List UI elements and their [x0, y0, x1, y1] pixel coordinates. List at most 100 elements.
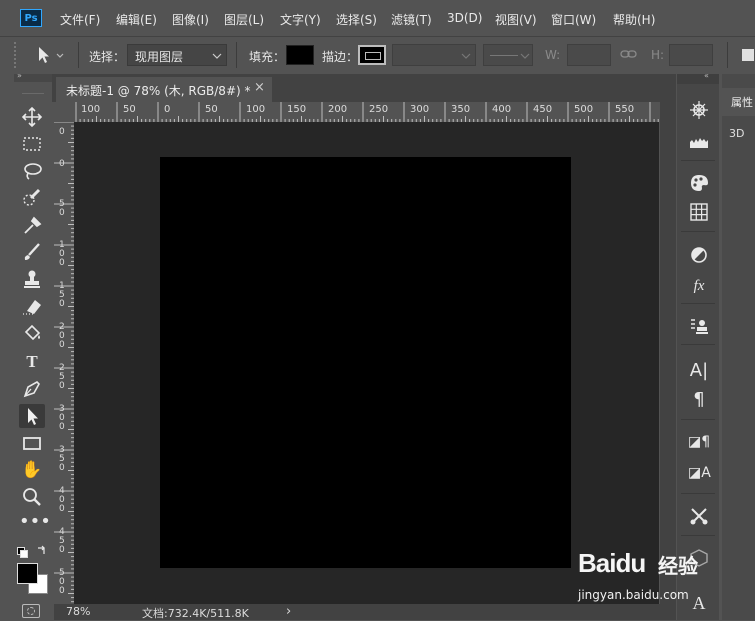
hand-icon: ✋	[21, 460, 43, 480]
paint-bucket-tool[interactable]	[19, 321, 45, 345]
stamp-tool[interactable]	[19, 267, 45, 291]
quick-mask-circle	[27, 607, 35, 615]
width-field[interactable]	[567, 44, 611, 66]
rectangle-tool[interactable]	[19, 431, 45, 455]
navigator-icon	[690, 101, 708, 119]
ruler-label: 500	[574, 104, 594, 115]
menu-file[interactable]: 文件(F)	[60, 11, 100, 28]
menu-edit[interactable]: 编辑(E)	[116, 11, 157, 28]
type-tool[interactable]: T	[19, 350, 45, 374]
histogram-panel-button[interactable]	[688, 130, 710, 152]
status-menu-arrow[interactable]: ›	[286, 604, 291, 619]
ruler-label: 300	[59, 404, 65, 432]
stroke-line-preview	[490, 55, 518, 56]
select-dropdown[interactable]: 现用图层	[127, 44, 227, 66]
tools-panel-header[interactable]: »	[14, 71, 52, 82]
quick-select-tool[interactable]	[19, 186, 45, 210]
chevron-down-icon	[461, 53, 471, 59]
tool-presets-panel-button[interactable]	[688, 505, 710, 527]
menu-view[interactable]: 视图(V)	[495, 11, 537, 28]
height-field[interactable]	[669, 44, 713, 66]
menu-window[interactable]: 窗口(W)	[551, 11, 596, 28]
chevron-down-icon	[212, 53, 222, 59]
pen-icon	[23, 381, 40, 398]
quick-mask-icon[interactable]	[22, 604, 40, 618]
stamp-icon	[24, 270, 40, 288]
options-grip[interactable]	[14, 42, 19, 68]
link-icon[interactable]	[620, 48, 638, 60]
zoom-tool[interactable]	[19, 485, 45, 509]
ruler-label: 250	[59, 363, 65, 391]
ruler-label: 0	[164, 104, 171, 115]
photoshop-logo[interactable]: Ps	[20, 9, 42, 27]
document-tab[interactable]: 未标题-1 @ 78% (木, RGB/8#) * ×	[56, 77, 272, 102]
ruler-label: 100	[59, 240, 65, 268]
lasso-tool[interactable]	[19, 159, 45, 183]
panel-3d-label[interactable]: 3D	[729, 127, 744, 140]
properties-tab[interactable]: 属性	[722, 88, 755, 116]
stroke-color-swatch[interactable]	[358, 45, 386, 65]
move-icon	[21, 106, 43, 128]
character-styles-panel-button[interactable]: ◪A	[688, 462, 711, 484]
zoom-level[interactable]: 78%	[66, 605, 90, 618]
properties-panel-column	[722, 74, 755, 620]
styles-icon: fx	[693, 278, 705, 294]
color-panel-button[interactable]	[688, 172, 710, 194]
document-info[interactable]: 文档:732.4K/511.8K	[142, 605, 249, 621]
tool-preset-picker[interactable]	[33, 44, 69, 66]
menu-help[interactable]: 帮助(H)	[613, 11, 655, 28]
eraser-tool[interactable]	[19, 294, 45, 318]
stroke-type-dropdown[interactable]	[483, 44, 533, 66]
navigator-panel-button[interactable]	[688, 99, 710, 121]
edit-toolbar-button[interactable]: •••	[19, 512, 51, 536]
character-styles-icon: ◪A	[688, 465, 711, 481]
move-tool[interactable]	[19, 105, 45, 129]
ruler-label: 0	[59, 127, 65, 137]
menu-select[interactable]: 选择(S)	[336, 11, 377, 28]
path-operations-icon[interactable]	[742, 49, 754, 61]
brush-tool[interactable]	[19, 240, 45, 264]
fill-color-swatch[interactable]	[286, 45, 314, 65]
ruler-label: 50	[205, 104, 218, 115]
eyedropper-tool[interactable]	[19, 213, 45, 237]
stroke-width-field[interactable]	[392, 44, 476, 66]
horizontal-ruler[interactable]	[74, 102, 659, 123]
foreground-color-swatch[interactable]	[17, 563, 38, 584]
document-tab-title: 未标题-1 @ 78% (木, RGB/8#) *	[66, 84, 251, 98]
separator	[78, 42, 79, 68]
marquee-tool[interactable]	[19, 132, 45, 156]
ruler-label: 250	[369, 104, 389, 115]
separator	[681, 344, 715, 345]
watermark-url: jingyan.baidu.com	[578, 588, 689, 602]
paragraph-panel-button[interactable]: ¶	[688, 389, 710, 411]
menu-image[interactable]: 图像(I)	[172, 11, 209, 28]
path-selection-tool[interactable]	[19, 404, 45, 428]
character-panel-button[interactable]: A|	[688, 360, 710, 382]
close-icon[interactable]: ×	[254, 80, 265, 95]
styles-panel-button[interactable]: fx	[688, 275, 710, 297]
histogram-icon	[690, 138, 708, 148]
pen-tool[interactable]	[19, 377, 45, 401]
layer-comps-panel-button[interactable]	[688, 315, 710, 337]
swap-colors[interactable]	[16, 544, 46, 558]
watermark-cn: 经验	[658, 554, 698, 578]
menu-layer[interactable]: 图层(L)	[224, 11, 264, 28]
swatches-panel-button[interactable]	[688, 201, 710, 223]
collapse-icon: «	[704, 71, 709, 80]
chevron-down-icon	[520, 53, 530, 59]
adjustments-panel-button[interactable]	[688, 244, 710, 266]
dock-header[interactable]: «	[677, 71, 719, 84]
menu-type[interactable]: 文字(Y)	[280, 11, 321, 28]
document-canvas[interactable]	[160, 157, 571, 568]
marquee-icon	[23, 137, 41, 151]
hand-tool[interactable]: ✋	[19, 458, 45, 482]
paragraph-styles-panel-button[interactable]: ◪¶	[688, 431, 710, 453]
menu-3d[interactable]: 3D(D)	[447, 11, 482, 25]
ruler-label: 150	[59, 281, 65, 309]
menu-filter[interactable]: 滤镜(T)	[391, 11, 432, 28]
ruler-label: 550	[615, 104, 635, 115]
ruler-origin[interactable]	[54, 102, 75, 123]
ruler-label: 150	[287, 104, 307, 115]
glyphs-panel-button[interactable]: A	[688, 592, 710, 614]
height-label: H:	[651, 48, 665, 62]
